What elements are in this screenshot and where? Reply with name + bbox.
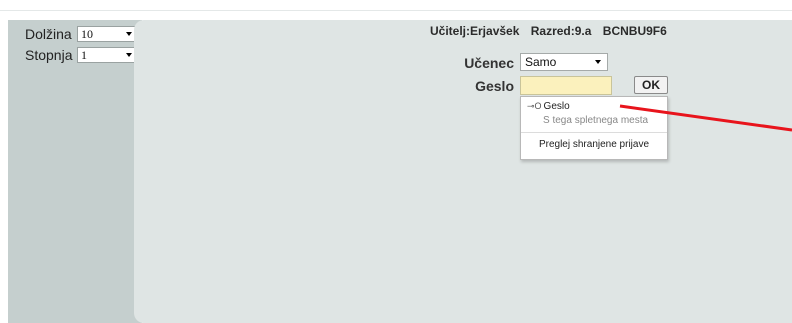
ucenec-select[interactable]: Samo xyxy=(520,53,608,71)
dropdown-divider xyxy=(521,132,667,133)
password-input[interactable] xyxy=(520,76,612,95)
dolzina-label: Dolžina xyxy=(25,26,72,42)
teacher-info: Učitelj:Erjavšek xyxy=(430,24,520,38)
top-divider xyxy=(0,10,792,11)
main-panel: Učitelj:Erjavšek Razred:9.a BCNBU9F6 Uče… xyxy=(134,20,792,323)
dolzina-value: 10 xyxy=(81,27,93,41)
manage-passwords-link[interactable]: Preglej shranjene prijave xyxy=(521,139,667,150)
chevron-down-icon xyxy=(126,53,132,57)
stopnja-value: 1 xyxy=(81,48,87,62)
ucenec-label: Učenec xyxy=(464,55,514,71)
dolzina-select[interactable]: 10 xyxy=(77,26,137,42)
class-info: Razred:9.a xyxy=(530,24,592,38)
autocomplete-item[interactable]: ⊸O Geslo xyxy=(527,101,570,112)
sidebar: Dolžina 10 Stopnja 1 xyxy=(8,20,142,323)
session-code: BCNBU9F6 xyxy=(602,24,667,38)
key-icon: ⊸O xyxy=(527,101,542,111)
password-autocomplete-dropdown: ⊸O Geslo S tega spletnega mesta Preglej s… xyxy=(520,96,668,160)
ucenec-value: Samo xyxy=(525,55,557,69)
autocomplete-item-source: S tega spletnega mesta xyxy=(543,115,649,126)
chevron-down-icon xyxy=(126,32,132,36)
stopnja-select[interactable]: 1 xyxy=(77,47,137,63)
ok-button[interactable]: OK xyxy=(634,76,668,94)
chevron-down-icon xyxy=(595,60,601,64)
geslo-label: Geslo xyxy=(475,78,514,94)
autocomplete-item-label: Geslo xyxy=(543,101,570,112)
stopnja-label: Stopnja xyxy=(25,47,73,63)
session-info: Učitelj:Erjavšek Razred:9.a BCNBU9F6 xyxy=(430,24,675,38)
